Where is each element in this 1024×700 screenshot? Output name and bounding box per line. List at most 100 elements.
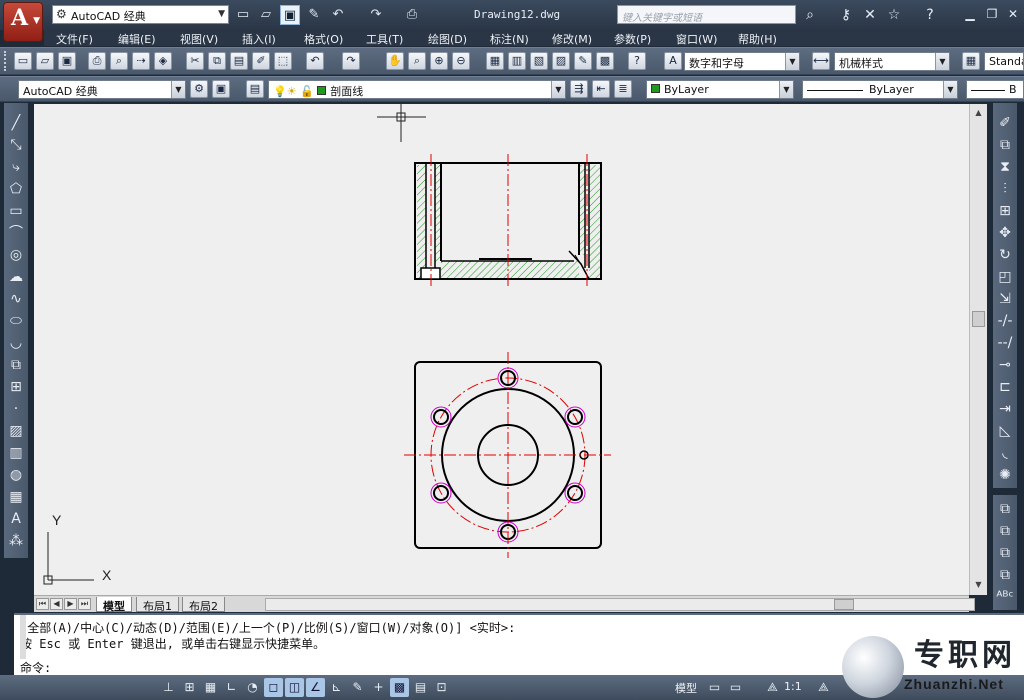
workspace-select[interactable]: AutoCAD 经典 ▼	[18, 80, 186, 99]
text-style-icon[interactable]: A	[664, 52, 682, 70]
top-view[interactable]	[404, 352, 611, 558]
tab-layout2[interactable]: 布局2	[182, 597, 225, 613]
redo-icon[interactable]: ↷	[366, 5, 386, 25]
sheet-set-icon[interactable]: ▨	[552, 52, 570, 70]
bring-above-icon[interactable]: ⧉	[995, 543, 1015, 563]
send-under-icon[interactable]: ⧉	[995, 565, 1015, 585]
save-as-icon[interactable]: ✎	[304, 5, 324, 25]
block-editor-icon[interactable]: ⬚	[274, 52, 292, 70]
ellipse-arc-icon[interactable]: ◡	[6, 333, 26, 353]
zoom-window-icon[interactable]: ⊕	[430, 52, 448, 70]
text-to-front-icon[interactable]: ᴬᴮᶜ	[995, 587, 1015, 607]
revision-cloud-icon[interactable]: ☁	[6, 267, 26, 287]
markup-icon[interactable]: ✎	[574, 52, 592, 70]
help-icon[interactable]: ?	[628, 52, 646, 70]
selection-cycling-icon[interactable]: ⊡	[432, 678, 451, 697]
stretch-icon[interactable]: ⇲	[995, 289, 1015, 309]
calculator-icon[interactable]: ▩	[596, 52, 614, 70]
tool-palettes-icon[interactable]: ▧	[530, 52, 548, 70]
polygon-icon[interactable]: ⬠	[6, 179, 26, 199]
transparency-icon[interactable]: ▩	[390, 678, 409, 697]
trim-icon[interactable]: -/-	[995, 311, 1015, 331]
next-tab-icon[interactable]: ▶	[64, 598, 77, 610]
fillet-icon[interactable]: ◟	[995, 443, 1015, 463]
command-scrollbar[interactable]	[20, 615, 26, 659]
publish-icon[interactable]: ⇢	[132, 52, 150, 70]
chamfer-icon[interactable]: ◺	[995, 421, 1015, 441]
undo-icon[interactable]: ↶	[328, 5, 348, 25]
menu-dimension[interactable]: 标注(N)	[490, 31, 529, 47]
menu-view[interactable]: 视图(V)	[180, 31, 218, 47]
gradient-icon[interactable]: ▥	[6, 443, 26, 463]
erase-icon[interactable]: ✐	[995, 113, 1015, 133]
horizontal-scroll-thumb[interactable]	[834, 599, 854, 610]
zoom-previous-icon[interactable]: ⊖	[452, 52, 470, 70]
open-folder-icon[interactable]: ▱	[256, 5, 276, 25]
customize-icon[interactable]: ▣	[212, 80, 230, 98]
break-icon[interactable]: ⊏	[995, 377, 1015, 397]
make-block-icon[interactable]: ⊞	[6, 377, 26, 397]
paste-icon[interactable]: ▤	[230, 52, 248, 70]
allow-ucs-icon[interactable]: ⊾	[327, 678, 346, 697]
object-snap-tracking-icon[interactable]: ∠	[306, 678, 325, 697]
line-icon[interactable]: ╱	[6, 113, 26, 133]
scroll-down-icon[interactable]: ▼	[972, 580, 985, 592]
arc-icon[interactable]: ⌒	[6, 223, 26, 243]
close-button[interactable]: ✕	[1003, 5, 1023, 23]
break-at-point-icon[interactable]: ⊸	[995, 355, 1015, 375]
save-icon[interactable]: ▣	[280, 5, 300, 25]
construction-line-icon[interactable]: ⤡	[6, 135, 26, 155]
application-menu-button[interactable]: A ▼	[3, 2, 43, 42]
layer-manager-icon[interactable]: ▤	[246, 80, 264, 98]
horizontal-scrollbar[interactable]	[265, 598, 975, 611]
command-prompt[interactable]: 命令:	[20, 659, 51, 676]
tab-layout1[interactable]: 布局1	[136, 597, 179, 613]
pan-icon[interactable]: ✋	[386, 52, 404, 70]
vertical-scrollbar[interactable]: ▲ ▼	[969, 104, 987, 595]
key-icon[interactable]: ⚷	[836, 5, 856, 25]
table-icon[interactable]: ▦	[6, 487, 26, 507]
rectangle-icon[interactable]: ▭	[6, 201, 26, 221]
plot-preview-icon[interactable]: ⌕	[110, 52, 128, 70]
exchange-icon[interactable]: ✕	[860, 5, 880, 25]
join-icon[interactable]: ⇥	[995, 399, 1015, 419]
dimension-style-select[interactable]: 机械样式 ▼	[834, 52, 950, 71]
copy-object-icon[interactable]: ⧉	[995, 135, 1015, 155]
snap-mode-icon[interactable]: ⊞	[180, 678, 199, 697]
zoom-realtime-icon[interactable]: ⌕	[408, 52, 426, 70]
ellipse-icon[interactable]: ⬭	[6, 311, 26, 331]
grid-display-icon[interactable]: ▦	[201, 678, 220, 697]
layer-select[interactable]: 💡☀ 🔓 剖面线 ▼	[268, 80, 566, 99]
star-icon[interactable]: ☆	[884, 5, 904, 25]
text-style-select[interactable]: 数字和字母 ▼	[684, 52, 800, 71]
insert-block-icon[interactable]: ⧉	[6, 355, 26, 375]
quick-view-drawings-icon[interactable]: ▭	[726, 678, 745, 697]
vertical-scroll-thumb[interactable]	[972, 311, 985, 327]
properties-icon[interactable]: ▦	[486, 52, 504, 70]
3d-dwf-icon[interactable]: ◈	[154, 52, 172, 70]
color-select[interactable]: ByLayer ▼	[646, 80, 794, 99]
plot-icon[interactable]: ⎙	[402, 5, 422, 25]
bring-to-front-icon[interactable]: ⧉	[995, 499, 1015, 519]
scroll-up-icon[interactable]: ▲	[972, 108, 985, 120]
scale-icon[interactable]: ◰	[995, 267, 1015, 287]
menu-insert[interactable]: 插入(I)	[242, 31, 276, 47]
lineweight-select[interactable]: B	[966, 80, 1024, 99]
plot-icon[interactable]: ⎙	[88, 52, 106, 70]
open-icon[interactable]: ▱	[36, 52, 54, 70]
prev-tab-icon[interactable]: ◀	[50, 598, 63, 610]
help-icon[interactable]: ?	[920, 5, 940, 25]
3d-object-snap-icon[interactable]: ◫	[285, 678, 304, 697]
first-tab-icon[interactable]: ⏮	[36, 598, 49, 610]
extend-icon[interactable]: --/	[995, 333, 1015, 353]
linetype-select[interactable]: ByLayer ▼	[802, 80, 958, 99]
add-selected-icon[interactable]: ⁂	[6, 531, 26, 551]
minimize-button[interactable]: ▁	[960, 5, 980, 23]
tab-model[interactable]: 模型	[96, 597, 132, 613]
binoculars-icon[interactable]: ⌕	[800, 5, 820, 25]
status-model-label[interactable]: 模型	[675, 680, 697, 696]
circle-icon[interactable]: ◎	[6, 245, 26, 265]
toolbar-grip[interactable]	[4, 51, 8, 71]
ortho-mode-icon[interactable]: ∟	[222, 678, 241, 697]
annotation-visibility-icon[interactable]: ⟁	[814, 678, 833, 697]
